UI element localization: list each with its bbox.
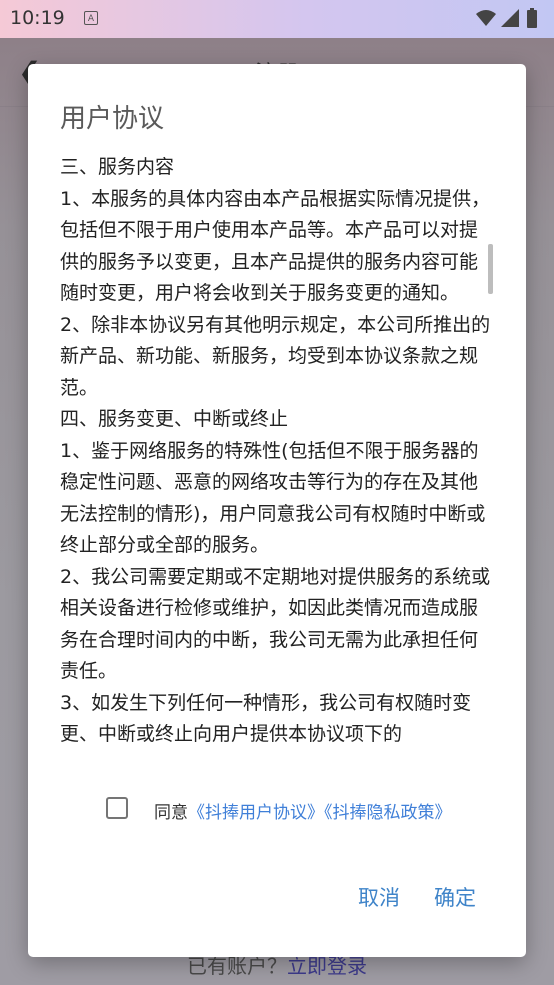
agreement-paragraph: 1、本服务的具体内容由本产品根据实际情况提供，包括但不限于用户使用本产品等。本产…: [60, 187, 491, 305]
status-bar: 10:19 A: [0, 0, 554, 38]
login-prompt-text: 已有账户？: [187, 954, 287, 978]
status-time: 10:19: [10, 7, 65, 29]
agreement-paragraph: 1、鉴于网络服务的特殊性(包括但不限于服务器的稳定性问题、恶意的网络攻击等行为的…: [60, 439, 486, 557]
agreement-paragraph: 2、除非本协议另有其他明示规定，本公司所推出的新产品、新功能、新服务，均受到本协…: [60, 313, 491, 399]
agree-prefix: 同意: [154, 803, 188, 823]
agreement-content[interactable]: 三、服务内容 1、本服务的具体内容由本产品根据实际情况提供，包括但不限于用户使用…: [60, 152, 496, 767]
dialog-title: 用户协议: [60, 104, 165, 134]
privacy-policy-link[interactable]: 《抖捧隐私政策》: [324, 803, 452, 823]
user-agreement-dialog: 用户协议 三、服务内容 1、本服务的具体内容由本产品根据实际情况提供，包括但不限…: [28, 64, 526, 957]
app-notification-icon: A: [84, 11, 98, 25]
agreement-paragraph: 四、服务变更、中断或终止: [60, 408, 289, 430]
signal-icon: [501, 9, 519, 27]
wifi-icon: [476, 10, 496, 26]
confirm-button[interactable]: 确定: [434, 882, 476, 912]
login-link[interactable]: 立即登录: [287, 954, 367, 978]
agreement-paragraph: 2、我公司需要定期或不定期地对提供服务的系统或相关设备进行检修或维护，如因此类情…: [60, 565, 491, 683]
cancel-button[interactable]: 取消: [358, 882, 400, 912]
agree-label: 同意《抖捧用户协议》《抖捧隐私政策》: [154, 798, 452, 823]
agreement-paragraph: 三、服务内容: [60, 156, 175, 178]
agreement-paragraph: 3、如发生下列任何一种情形，我公司有权随时变更、中断或终止向用户提供本协议项下的: [60, 691, 472, 746]
user-agreement-link[interactable]: 《抖捧用户协议》: [188, 803, 324, 823]
agree-checkbox[interactable]: [106, 797, 128, 819]
agree-row: 同意《抖捧用户协议》《抖捧隐私政策》: [106, 797, 506, 825]
battery-icon: [527, 8, 537, 28]
content-scrollbar[interactable]: [488, 244, 493, 294]
